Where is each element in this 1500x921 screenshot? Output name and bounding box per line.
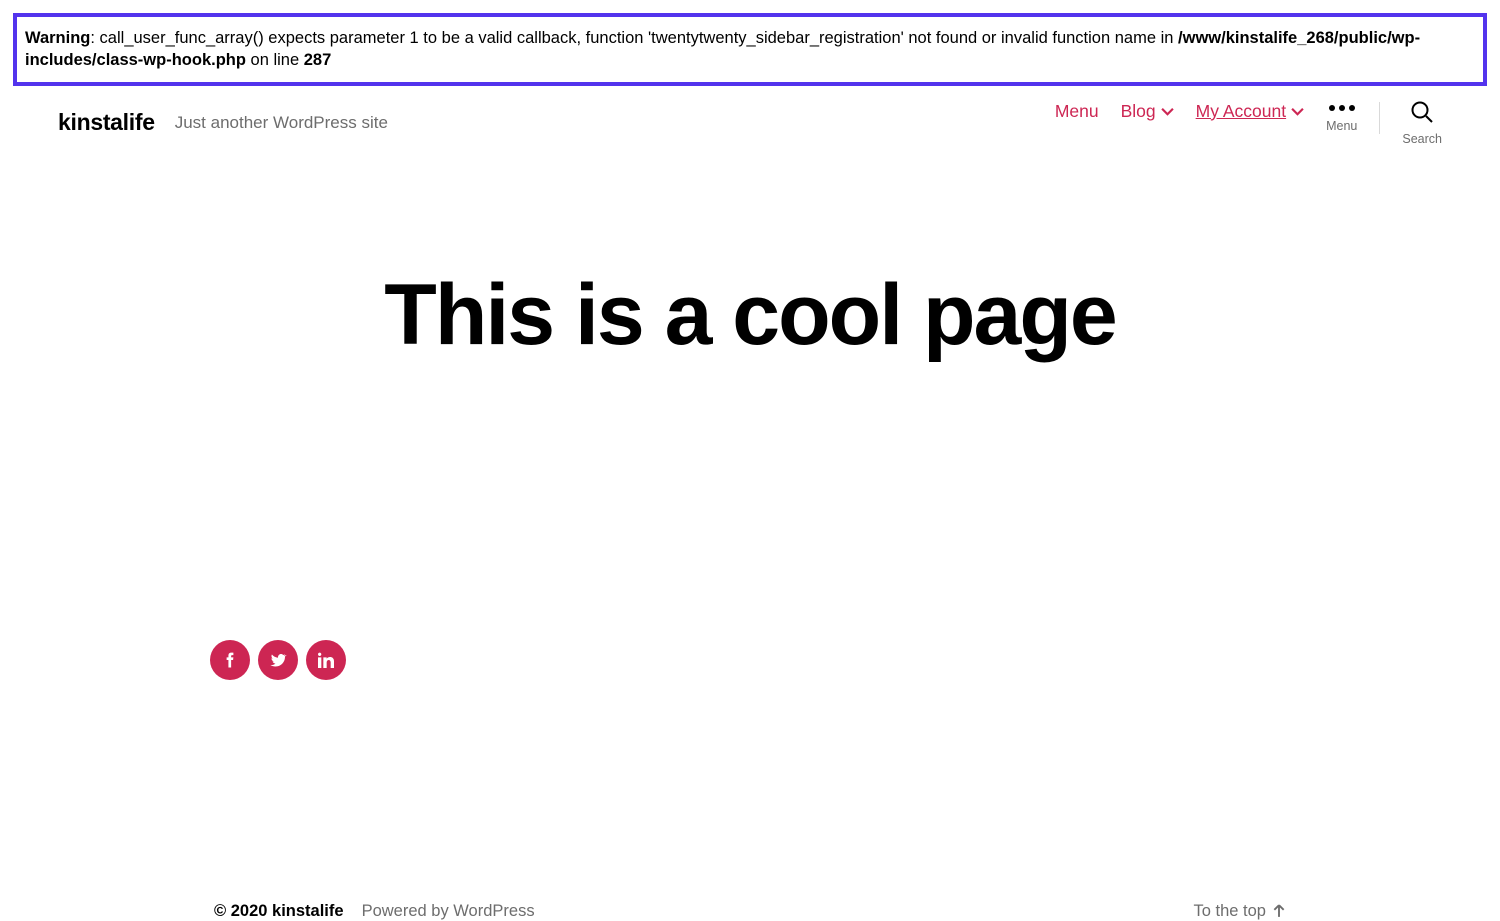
warning-on-line: on line [246, 51, 304, 69]
nav-links: Menu Blog My Account [1055, 100, 1304, 122]
site-tagline: Just another WordPress site [175, 113, 388, 133]
divider [1379, 102, 1380, 134]
arrow-up-icon [1272, 904, 1286, 918]
to-the-top-link[interactable]: To the top [1194, 902, 1286, 921]
footer-copyright: © 2020 kinstalife [214, 902, 344, 921]
warning-message: : call_user_func_array() expects paramet… [90, 29, 1178, 47]
menu-toggle-button[interactable]: Menu [1326, 100, 1357, 133]
twitter-icon [269, 651, 287, 669]
chevron-down-icon [1291, 105, 1304, 118]
social-facebook-button[interactable] [210, 640, 250, 680]
search-icon [1410, 100, 1434, 124]
footer-powered-by[interactable]: Powered by WordPress [362, 902, 535, 921]
nav-link-label: Menu [1055, 101, 1099, 122]
linkedin-icon [318, 652, 334, 668]
to-top-label: To the top [1194, 902, 1266, 921]
warning-line-number: 287 [304, 51, 332, 69]
nav-link-label: Blog [1121, 101, 1156, 122]
page-title: This is a cool page [0, 266, 1500, 365]
warning-label: Warning [25, 29, 90, 47]
nav-link-blog[interactable]: Blog [1121, 101, 1174, 122]
php-warning-box: Warning: call_user_func_array() expects … [13, 13, 1487, 86]
social-links [210, 640, 1500, 680]
social-twitter-button[interactable] [258, 640, 298, 680]
social-linkedin-button[interactable] [306, 640, 346, 680]
site-title[interactable]: kinstalife [58, 109, 155, 136]
nav-link-my-account[interactable]: My Account [1196, 101, 1304, 122]
nav-link-label: My Account [1196, 101, 1286, 122]
site-header: kinstalife Just another WordPress site M… [0, 86, 1500, 146]
dots-icon [1329, 100, 1355, 111]
menu-button-label: Menu [1326, 119, 1357, 133]
primary-nav: Menu Blog My Account Menu [1055, 100, 1442, 146]
site-footer: © 2020 kinstalife Powered by WordPress T… [0, 902, 1500, 921]
search-toggle-button[interactable]: Search [1402, 100, 1442, 146]
facebook-icon [221, 651, 239, 669]
search-button-label: Search [1402, 132, 1442, 146]
chevron-down-icon [1161, 105, 1174, 118]
nav-link-menu[interactable]: Menu [1055, 101, 1099, 122]
